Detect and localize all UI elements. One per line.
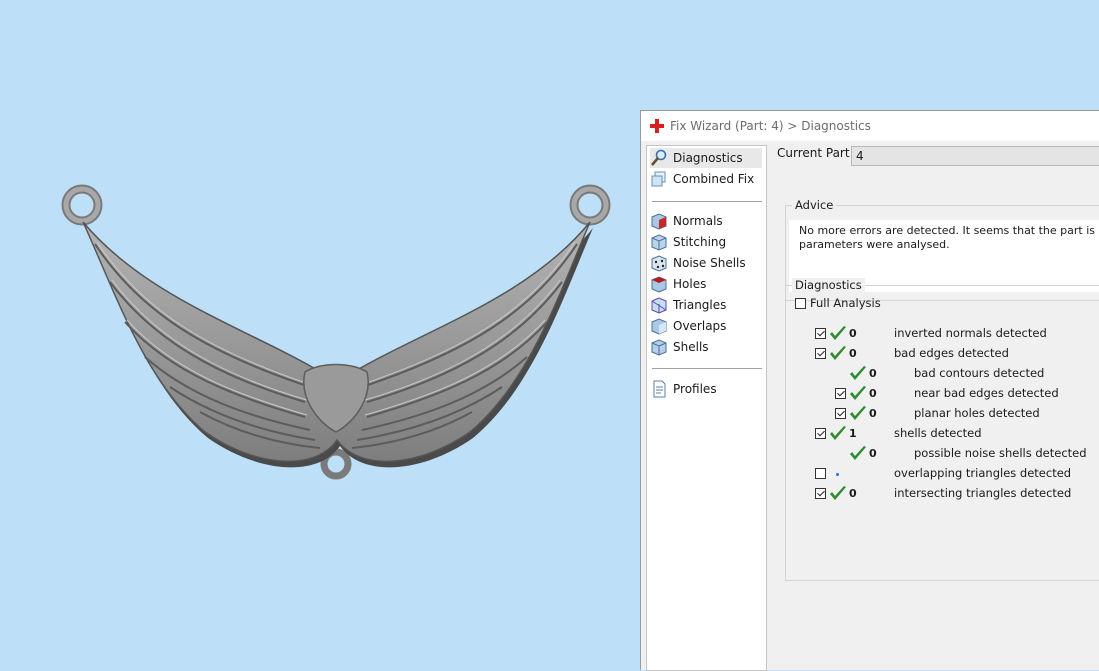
- advice-text: No more errors are detected. It seems th…: [799, 224, 1099, 251]
- fix-wizard-window: Fix Wizard (Part: 4) > Diagnostics Diagn…: [640, 110, 1099, 671]
- window-title: Fix Wizard (Part: 4) > Diagnostics: [670, 119, 871, 133]
- diagnostic-label: overlapping triangles detected: [894, 466, 1072, 480]
- diagnostics-title: Diagnostics: [792, 278, 865, 292]
- nav-label: Noise Shells: [673, 256, 746, 270]
- green-check-icon: [850, 386, 866, 400]
- title-bar[interactable]: Fix Wizard (Part: 4) > Diagnostics: [641, 111, 1099, 141]
- diagnostic-label: intersecting triangles detected: [894, 486, 1072, 500]
- diagnostics-page: Current Part: 4 Advice No more errors ar…: [771, 145, 1099, 671]
- diagnostic-count: 0: [849, 487, 857, 500]
- nav-item-triangles[interactable]: Triangles: [650, 295, 726, 315]
- diagnostic-checkbox[interactable]: [835, 388, 846, 399]
- nav-label: Combined Fix: [673, 172, 755, 186]
- diagnostic-checkbox[interactable]: [815, 488, 826, 499]
- green-check-icon: [830, 486, 846, 500]
- diagnostic-checkbox[interactable]: [835, 408, 846, 419]
- nav-item-overlaps[interactable]: Overlaps: [650, 316, 726, 336]
- holes-cube-icon: [651, 276, 667, 293]
- diagnostic-count: 1: [849, 427, 857, 440]
- green-check-icon: [830, 326, 846, 340]
- diagnostic-count: 0: [849, 327, 857, 340]
- diagnostic-checkbox[interactable]: [815, 468, 826, 479]
- nav-item-stitching[interactable]: Stitching: [650, 232, 726, 252]
- nav-item-normals[interactable]: Normals: [650, 211, 723, 231]
- green-check-icon: [850, 366, 866, 380]
- overlaps-cube-icon: [651, 318, 667, 335]
- green-check-icon: [830, 346, 846, 360]
- diagnostic-count: 0: [869, 447, 877, 460]
- diagnostic-count: 0: [869, 387, 877, 400]
- diagnostic-count: 0: [869, 407, 877, 420]
- nav-label: Shells: [673, 340, 709, 354]
- wing-pendant-model: [61, 184, 611, 480]
- stitching-cube-icon: [651, 234, 667, 251]
- full-analysis-label: Full Analysis: [810, 296, 881, 310]
- normals-cube-icon: [651, 213, 667, 230]
- nav-item-diagnostics[interactable]: Diagnostics: [650, 148, 762, 168]
- diagnostic-label: planar holes detected: [914, 406, 1040, 420]
- nav-label: Normals: [673, 214, 723, 228]
- nav-label: Diagnostics: [673, 151, 743, 165]
- nav-label: Holes: [673, 277, 707, 291]
- diagnostic-label: possible noise shells detected: [914, 446, 1087, 460]
- nav-label: Overlaps: [673, 319, 727, 333]
- combined-fix-icon: [651, 171, 666, 187]
- triangles-cube-icon: [651, 297, 667, 314]
- current-part-field[interactable]: 4: [851, 146, 1099, 166]
- nav-item-shells[interactable]: Shells: [650, 337, 709, 357]
- green-check-icon: [850, 406, 866, 420]
- diagnostic-checkbox[interactable]: [815, 348, 826, 359]
- diagnostic-label: inverted normals detected: [894, 326, 1047, 340]
- diagnostic-label: bad edges detected: [894, 346, 1009, 360]
- noise-shells-icon: [651, 255, 667, 272]
- profiles-document-icon: [653, 380, 666, 398]
- side-nav: Diagnostics Combined Fix Normals Stitchi…: [646, 145, 767, 671]
- nav-label: Profiles: [673, 382, 717, 396]
- nav-separator: [652, 201, 762, 202]
- red-cross-icon: [650, 119, 664, 133]
- diagnostic-checkbox[interactable]: [815, 428, 826, 439]
- pending-dot-icon: [836, 473, 839, 476]
- green-check-icon: [850, 446, 866, 460]
- full-analysis-checkbox[interactable]: [795, 298, 806, 309]
- nav-label: Triangles: [673, 298, 727, 312]
- diagnostic-count: 0: [869, 367, 877, 380]
- current-part-label: Current Part:: [777, 146, 854, 160]
- magnifier-icon: [651, 149, 667, 166]
- diagnostic-label: bad contours detected: [914, 366, 1045, 380]
- nav-separator: [652, 368, 762, 369]
- diagnostic-checkbox[interactable]: [815, 328, 826, 339]
- nav-label: Stitching: [673, 235, 727, 249]
- nav-item-noise-shells[interactable]: Noise Shells: [650, 253, 746, 273]
- advice-title: Advice: [792, 198, 837, 212]
- shells-cube-icon: [651, 339, 667, 356]
- nav-item-holes[interactable]: Holes: [650, 274, 706, 294]
- diagnostic-label: shells detected: [894, 426, 982, 440]
- diagnostic-count: 0: [849, 347, 857, 360]
- nav-item-combined-fix[interactable]: Combined Fix: [650, 169, 754, 189]
- nav-item-profiles[interactable]: Profiles: [650, 379, 717, 399]
- diagnostic-label: near bad edges detected: [914, 386, 1059, 400]
- green-check-icon: [830, 426, 846, 440]
